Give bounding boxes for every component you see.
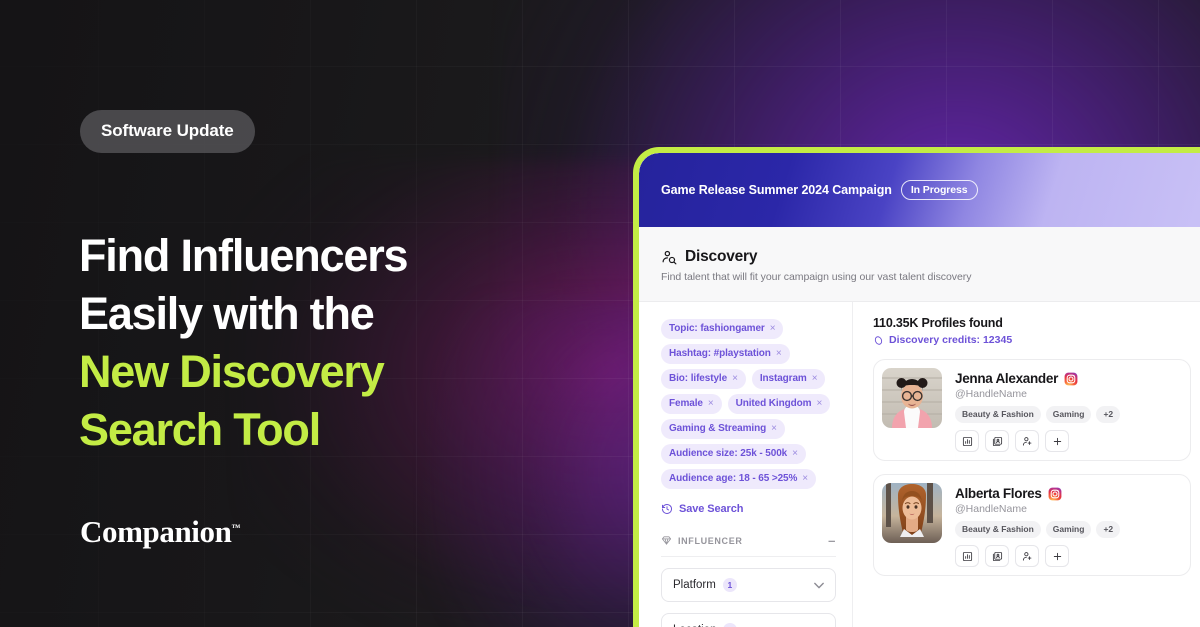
save-search-label: Save Search — [679, 503, 744, 515]
close-icon[interactable]: × — [816, 398, 822, 409]
profile-card-icon[interactable] — [985, 545, 1009, 567]
profile-tag: Gaming — [1045, 521, 1092, 538]
person-search-icon — [661, 249, 678, 266]
profile-tags: Beauty & Fashion Gaming +2 — [955, 406, 1121, 423]
profile-handle: @HandleName — [955, 388, 1027, 400]
chip-label: Instagram — [759, 373, 807, 384]
active-filter-chips: Topic: fashiongamer × Hashtag: #playstati… — [661, 319, 836, 489]
chip-label: United Kingdom — [735, 398, 812, 409]
filter-chip[interactable]: United Kingdom × — [727, 394, 831, 414]
filter-chip[interactable]: Female × — [661, 394, 722, 414]
plus-icon[interactable] — [1045, 545, 1069, 567]
profile-tag-more[interactable]: +2 — [1096, 406, 1121, 423]
filter-chip[interactable]: Topic: fashiongamer × — [661, 319, 784, 339]
avatar — [882, 483, 942, 543]
avatar — [882, 368, 942, 428]
profile-tag: Beauty & Fashion — [955, 521, 1041, 538]
close-icon[interactable]: × — [770, 323, 776, 334]
chip-label: Bio: lifestyle — [669, 373, 728, 384]
profile-name: Alberta Flores — [955, 486, 1042, 501]
close-icon[interactable]: × — [771, 423, 777, 434]
filter-chip[interactable]: Hashtag: #playstation × — [661, 344, 790, 364]
add-person-icon[interactable] — [1015, 430, 1039, 452]
location-count-badge: 1 — [723, 623, 738, 627]
discovery-title: Discovery — [685, 248, 758, 265]
close-icon[interactable]: × — [732, 373, 738, 384]
chip-label: Audience age: 18 - 65 >25% — [669, 473, 798, 484]
discovery-subtitle: Find talent that will fit your campaign … — [661, 271, 972, 283]
profile-card-icon[interactable] — [985, 430, 1009, 452]
location-dropdown[interactable]: Location 1 — [661, 613, 836, 627]
close-icon[interactable]: × — [812, 373, 818, 384]
page-title: Find Influencers Easily with the New Dis… — [79, 227, 409, 459]
profile-tags: Beauty & Fashion Gaming +2 — [955, 521, 1121, 538]
filter-chip[interactable]: Gaming & Streaming × — [661, 419, 785, 439]
profile-card[interactable]: Alberta Flores @HandleName Beauty & Fash… — [873, 474, 1191, 576]
chip-label: Gaming & Streaming — [669, 423, 767, 434]
app-screenshot-panel: Game Release Summer 2024 Campaign In Pro… — [633, 147, 1200, 627]
trademark-symbol: ™ — [231, 522, 241, 533]
analytics-icon[interactable] — [955, 430, 979, 452]
analytics-icon[interactable] — [955, 545, 979, 567]
credits-label: Discovery credits: 12345 — [889, 334, 1013, 346]
results-column: 110.35K Profiles found Discovery credits… — [853, 302, 1200, 627]
logo-text: Companion — [80, 514, 232, 549]
platform-dropdown[interactable]: Platform 1 — [661, 568, 836, 602]
headline-line-1: Find Influencers — [79, 230, 409, 281]
filters-sidebar: Topic: fashiongamer × Hashtag: #playstati… — [639, 302, 853, 627]
close-icon[interactable]: × — [708, 398, 714, 409]
marketing-panel: Software Update Find Influencers Easily … — [0, 0, 640, 627]
headline-accent-1: New Discovery — [79, 346, 385, 397]
chip-label: Topic: fashiongamer — [669, 323, 765, 334]
campaign-title: Game Release Summer 2024 Campaign — [661, 183, 892, 197]
filter-chip[interactable]: Audience size: 25k - 500k × — [661, 444, 806, 464]
instagram-icon — [1048, 487, 1062, 501]
discovery-section: Discovery Find talent that will fit your… — [639, 227, 1200, 302]
filter-chip[interactable]: Instagram × — [751, 369, 826, 389]
history-clock-icon — [661, 503, 673, 515]
profile-actions — [955, 545, 1120, 567]
influencer-section-header[interactable]: INFLUENCER – — [661, 534, 836, 557]
profile-name: Jenna Alexander — [955, 371, 1059, 386]
profile-card[interactable]: Jenna Alexander @HandleName Beauty & Fas… — [873, 359, 1191, 461]
chip-label: Female — [669, 398, 703, 409]
software-update-badge: Software Update — [80, 110, 255, 153]
profile-tag: Gaming — [1045, 406, 1092, 423]
headline-accent-2: Search Tool — [79, 404, 321, 455]
headline-line-2: Easily with the — [79, 288, 375, 339]
campaign-header: Game Release Summer 2024 Campaign In Pro… — [639, 153, 1200, 227]
profile-tag-more[interactable]: +2 — [1096, 521, 1121, 538]
close-icon[interactable]: × — [776, 348, 782, 359]
chip-label: Audience size: 25k - 500k — [669, 448, 788, 459]
collapse-icon[interactable]: – — [828, 534, 836, 547]
chevron-down-icon[interactable] — [814, 582, 824, 589]
status-badge: In Progress — [900, 180, 978, 200]
influencer-section-label: INFLUENCER — [678, 535, 743, 546]
discovery-credits: Discovery credits: 12345 — [873, 334, 1200, 346]
companion-logo: Companion™ — [80, 514, 240, 550]
profile-actions — [955, 430, 1120, 452]
instagram-icon — [1064, 372, 1078, 386]
filter-chip[interactable]: Bio: lifestyle × — [661, 369, 746, 389]
close-icon[interactable]: × — [792, 448, 798, 459]
add-person-icon[interactable] — [1015, 545, 1039, 567]
platform-count-badge: 1 — [722, 578, 737, 592]
filter-chip[interactable]: Audience age: 18 - 65 >25% × — [661, 469, 817, 489]
diamond-icon — [661, 535, 672, 546]
platform-label: Platform — [673, 579, 716, 591]
plus-icon[interactable] — [1045, 430, 1069, 452]
save-search-button[interactable]: Save Search — [661, 503, 836, 515]
profile-tag: Beauty & Fashion — [955, 406, 1041, 423]
chip-label: Hashtag: #playstation — [669, 348, 771, 359]
coin-icon — [873, 335, 884, 346]
profile-handle: @HandleName — [955, 503, 1027, 515]
profiles-found-count: 110.35K Profiles found — [873, 316, 1003, 330]
close-icon[interactable]: × — [802, 473, 808, 484]
